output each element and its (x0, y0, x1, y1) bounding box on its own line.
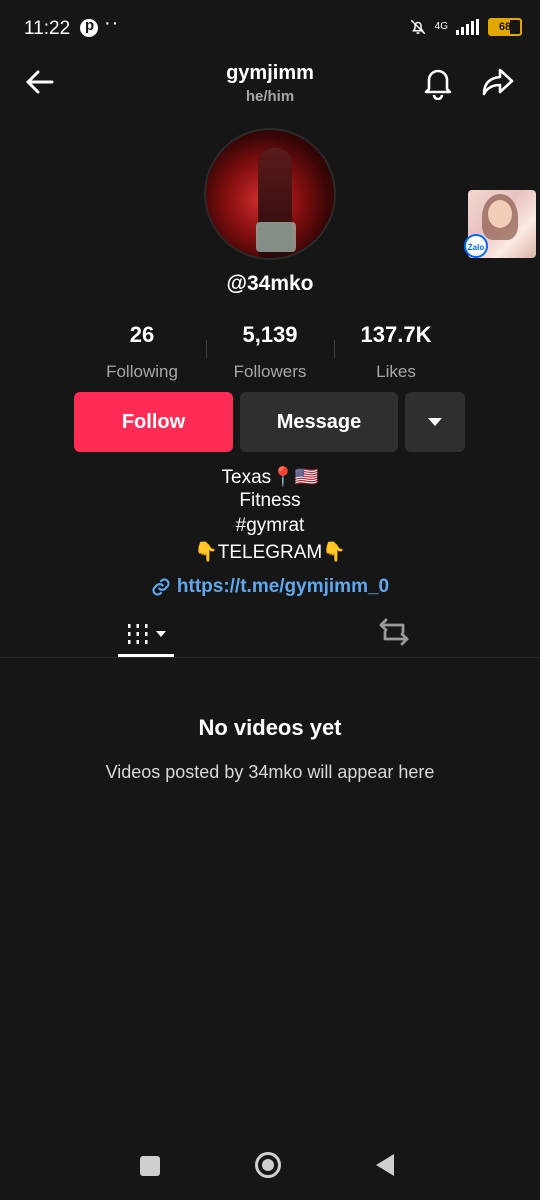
home-button[interactable] (255, 1152, 281, 1178)
pinterest-icon (80, 17, 98, 37)
battery-icon: 68 (488, 18, 522, 36)
battery-level: 68 (498, 21, 512, 33)
mute-bell-icon (410, 19, 425, 35)
recent-apps-button[interactable] (140, 1156, 160, 1176)
zalo-badge-icon: Zalo (464, 234, 488, 258)
caret-down-icon (428, 418, 442, 426)
bio-line: #gymrat (235, 515, 305, 536)
tab-videos[interactable] (118, 612, 174, 656)
follow-button[interactable]: Follow (74, 392, 233, 452)
empty-state-subtitle: Videos posted by 34mko will appear here (105, 762, 435, 782)
signal-icon (456, 19, 479, 35)
stat-label: Following (106, 362, 178, 381)
stat-label: Likes (376, 362, 416, 381)
stat-value: 5,139 (242, 322, 298, 347)
status-indicators: 4G 68 (409, 18, 522, 36)
bio-line: Texas📍🇺🇸 (221, 467, 319, 488)
profile-username: gymjimm (226, 62, 314, 84)
tab-caret-icon (156, 631, 166, 637)
bio-line: Fitness (239, 490, 301, 511)
avatar[interactable] (204, 128, 336, 260)
stat-value: 26 (129, 322, 155, 347)
empty-state-title: No videos yet (198, 715, 342, 740)
bio-link-text: https://t.me/gymjimm_0 (176, 576, 390, 597)
repost-icon[interactable] (374, 612, 414, 652)
profile-pronouns: he/him (245, 88, 295, 105)
stat-label: Followers (233, 362, 307, 381)
stat-following[interactable]: 26 Following (72, 322, 212, 382)
suggested-accounts-button[interactable] (405, 392, 465, 452)
stat-likes[interactable]: 137.7K Likes (326, 322, 466, 382)
status-time: 11:22 (24, 18, 71, 39)
link-icon (152, 578, 170, 596)
profile-handle: @34mko (226, 272, 314, 295)
stat-value: 137.7K (360, 322, 432, 347)
tabs-divider (0, 657, 540, 658)
more-notifications-icon: ·· (104, 12, 120, 34)
bubble-image-face (488, 200, 512, 228)
grid-icon (128, 624, 148, 644)
stat-followers[interactable]: 5,139 Followers (200, 322, 340, 382)
network-type: 4G (434, 21, 448, 32)
share-icon[interactable] (480, 64, 516, 100)
message-button[interactable]: Message (240, 392, 398, 452)
bio-line: 👇TELEGRAM👇 (194, 542, 346, 563)
bio-link[interactable]: https://t.me/gymjimm_0 (0, 576, 540, 598)
back-button[interactable] (376, 1154, 394, 1176)
avatar-detail (256, 222, 296, 252)
bell-icon[interactable] (420, 64, 456, 100)
